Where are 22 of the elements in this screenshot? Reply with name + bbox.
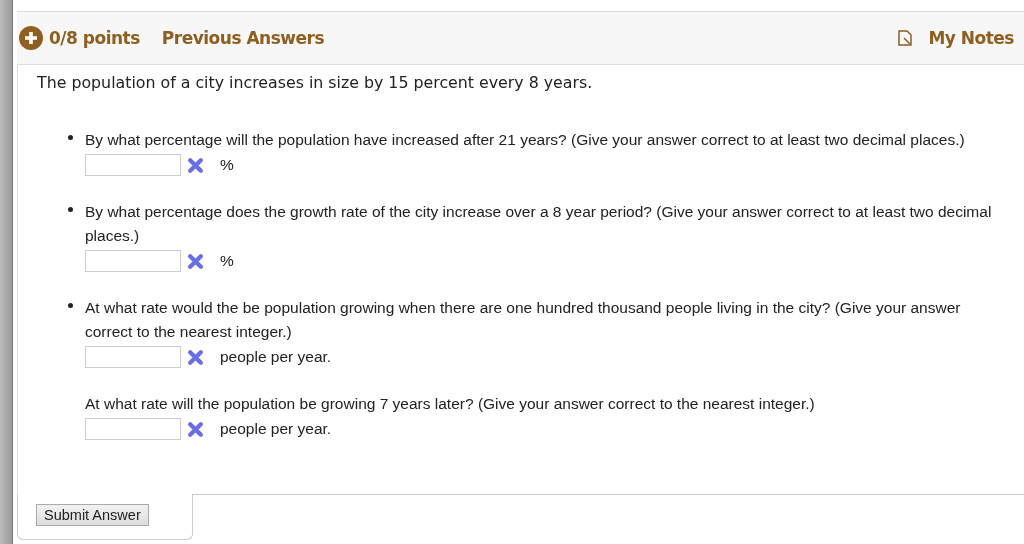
unit-label: % bbox=[220, 252, 234, 270]
note-icon[interactable] bbox=[898, 30, 913, 46]
previous-answers-link[interactable]: Previous Answers bbox=[161, 28, 325, 48]
question-text: At what rate will the population be growing 7 years later? (Give your answer correct to the nearest integer.) bbox=[85, 394, 816, 414]
points-label: 0/8 points bbox=[49, 28, 140, 48]
question-text: By what percentage will the population have increased after 21 years? (Give your answer correct to at least two decimal places.) bbox=[85, 130, 966, 150]
bullet-icon bbox=[68, 303, 73, 308]
my-notes-link[interactable]: My Notes bbox=[928, 28, 1014, 48]
answer-field[interactable] bbox=[85, 346, 181, 368]
problem-statement: The population of a city increases in size by 15 percent every 8 years. bbox=[37, 73, 594, 92]
bullet-icon bbox=[68, 135, 73, 140]
answer-field[interactable] bbox=[85, 250, 181, 272]
unit-label: people per year. bbox=[220, 348, 332, 366]
question-text: At what rate would the be population growing when there are one hundred thousand people living in the city? (Give your answer correct to the nearest integer.) bbox=[85, 298, 962, 342]
plus-icon[interactable] bbox=[19, 26, 43, 50]
question-text: By what percentage does the growth rate of the city increase over a 8 year period? (Give your answer correct to at least two decimal places.) bbox=[85, 202, 993, 246]
bullet-icon bbox=[68, 207, 73, 212]
unit-label: people per year. bbox=[220, 420, 332, 438]
answer-field[interactable] bbox=[85, 418, 181, 440]
unit-label: % bbox=[220, 156, 234, 174]
answer-field[interactable] bbox=[85, 154, 181, 176]
submit-answer-button[interactable]: Submit Answer bbox=[36, 504, 149, 526]
